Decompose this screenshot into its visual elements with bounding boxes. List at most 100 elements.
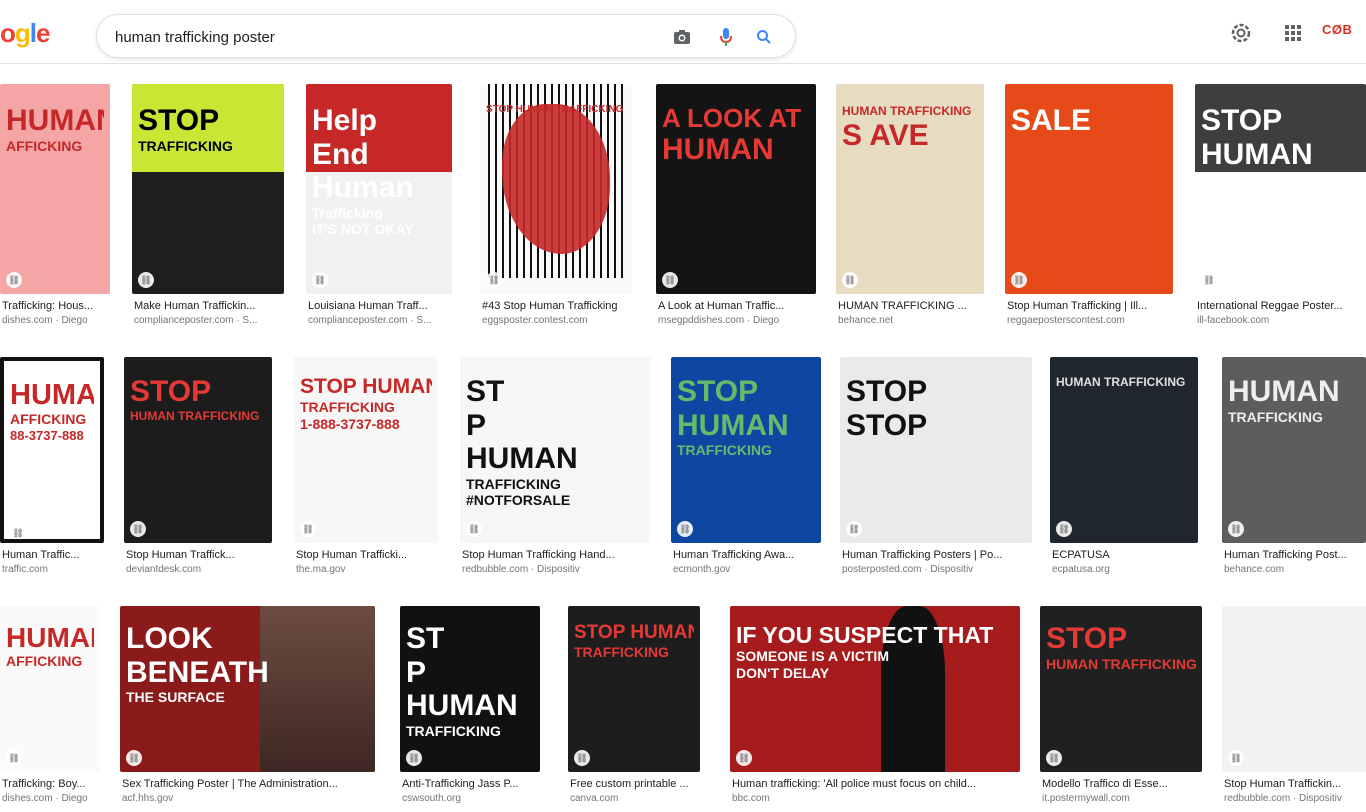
result-thumbnail[interactable]: STOP STOP ⛓ [840, 357, 1032, 543]
result-source[interactable]: cswsouth.org [402, 793, 542, 804]
image-result[interactable]: Help End Human Trafficking IT'S NOT OKAY ⛓ Lou… [306, 84, 452, 330]
result-source[interactable]: behance.com [1224, 564, 1366, 575]
image-result[interactable]: STOP HUMAN TRAFFICKING ⛓ Stop Human Traffic… [124, 357, 272, 579]
result-title[interactable]: A Look at Human Traffic... [658, 300, 818, 312]
result-thumbnail[interactable]: ST P HUMAN TRAFFICKING #NOTFORSALE ⛓ [460, 357, 650, 543]
result-title[interactable]: Free custom printable ... [570, 778, 702, 790]
result-source[interactable]: deviantdesk.com [126, 564, 274, 575]
result-thumbnail[interactable]: STOP HUMAN TRAFFICKING ⛓ [671, 357, 821, 543]
result-source[interactable]: redbubble.com · Dispositiv [1224, 793, 1366, 804]
result-thumbnail[interactable]: STOP HUMAN TRAFFICKING ⛓ [124, 357, 272, 543]
search-input[interactable] [115, 25, 655, 49]
result-thumbnail[interactable]: Help End Human Trafficking IT'S NOT OKAY ⛓ [306, 84, 452, 294]
result-thumbnail[interactable]: HUMANAFFICKING ⛓ [0, 606, 100, 772]
image-result[interactable]: ST P HUMAN TRAFFICKING #NOTFORSALE ⛓ Stop Huma… [460, 357, 650, 579]
result-source[interactable]: eggsposter.contest.com [482, 315, 634, 326]
image-result[interactable]: STOP HUMAN TRAFFICKING ⛓ Modello Traffico d… [1040, 606, 1202, 808]
result-thumbnail[interactable]: HUMANAFFICKING ⛓ [0, 84, 110, 294]
result-thumbnail[interactable]: STOP HUMAN TRAFFICKING ⛓ [568, 606, 700, 772]
mic-icon[interactable] [715, 26, 737, 48]
result-title[interactable]: Trafficking: Hous... [2, 300, 112, 312]
result-title[interactable]: Human Trafficking Posters | Po... [842, 549, 1034, 561]
result-thumbnail[interactable]: STOP HUMAN TRAFFICKING 1-888-3737-888 ⛓ [294, 357, 438, 543]
result-thumbnail[interactable]: IF YOU SUSPECT THAT SOMEONE IS A VICTIM DO… [730, 606, 1020, 772]
result-thumbnail[interactable]: HUMAN TRAFFICKING S AVE ⛓ [836, 84, 984, 294]
result-title[interactable]: #43 Stop Human Trafficking [482, 300, 634, 312]
result-source[interactable]: behance.net [838, 315, 986, 326]
image-result[interactable]: STOP TRAFFICKING ⛓ Make Human Traffickin...… [132, 84, 284, 330]
result-title[interactable]: Make Human Traffickin... [134, 300, 286, 312]
account-avatar[interactable]: CØB [1322, 22, 1352, 37]
image-result[interactable]: IF YOU SUSPECT THAT SOMEONE IS A VICTIM DO… [730, 606, 1020, 808]
image-result[interactable]: ST P HUMAN TRAFFICKING ⛓ Anti-Trafficking Jas… [400, 606, 540, 808]
result-thumbnail[interactable]: HUMANAFFICKING88-3737-888 ⛓ [0, 357, 104, 543]
image-result[interactable]: STOP STOP ⛓ Human Trafficking Posters | Po.… [840, 357, 1032, 579]
apps-icon[interactable] [1280, 20, 1306, 46]
result-source[interactable]: redbubble.com · Dispositiv [462, 564, 652, 575]
result-title[interactable]: Trafficking: Boy... [2, 778, 102, 790]
settings-icon[interactable] [1228, 20, 1254, 46]
result-source[interactable]: dishes.com · Diego [2, 315, 112, 326]
google-logo[interactable]: ogle [0, 18, 51, 49]
result-title[interactable]: HUMAN TRAFFICKING ... [838, 300, 986, 312]
result-source[interactable]: msegpddishes.com · Diego [658, 315, 818, 326]
result-thumbnail[interactable]: SALE ⛓ [1005, 84, 1173, 294]
image-result[interactable]: HUMAN TRAFFICKING ⛓ Human Trafficking Post.… [1222, 357, 1366, 579]
result-thumbnail[interactable]: ⛓ [1222, 606, 1366, 772]
result-thumbnail[interactable]: A LOOK AT HUMAN ⛓ [656, 84, 816, 294]
search-icon[interactable] [753, 26, 775, 48]
result-source[interactable]: dishes.com · Diego [2, 793, 102, 804]
result-thumbnail[interactable]: STOP HUMAN TRAFFICKING ⛓ [1040, 606, 1202, 772]
image-result[interactable]: HUMANAFFICKING88-3737-888 ⛓ Human Traffic.… [0, 357, 104, 579]
image-result[interactable]: STOP HUMAN TRAFFICKING ⛓ Human Trafficking A… [671, 357, 821, 579]
result-source[interactable]: complianceposter.com · S... [134, 315, 286, 326]
image-result[interactable]: A LOOK AT HUMAN ⛓ A Look at Human Traffic..… [656, 84, 816, 330]
result-source[interactable]: acf.hhs.gov [122, 793, 377, 804]
image-result[interactable]: STOP HUMAN TRAFFICKING 22 ⛓ International Reg… [1195, 84, 1366, 330]
image-result[interactable]: STOP HUMAN TRAFFICKING ⛓ #43 Stop Human Tr… [480, 84, 632, 330]
image-result[interactable]: SALE ⛓ Stop Human Trafficking | Ill... regg… [1005, 84, 1173, 330]
result-thumbnail[interactable]: LOOK BENEATH THE SURFACE ⛓ [120, 606, 375, 772]
result-thumbnail[interactable]: STOP HUMAN TRAFFICKING ⛓ [480, 84, 632, 294]
result-source[interactable]: traffic.com [2, 564, 106, 575]
result-source[interactable]: the.ma.gov [296, 564, 440, 575]
image-result[interactable]: LOOK BENEATH THE SURFACE ⛓ Sex Trafficking P… [120, 606, 375, 808]
result-title[interactable]: Modello Traffico di Esse... [1042, 778, 1204, 790]
result-title[interactable]: Anti-Trafficking Jass P... [402, 778, 542, 790]
result-thumbnail[interactable]: STOP TRAFFICKING ⛓ [132, 84, 284, 294]
result-source[interactable]: bbc.com [732, 793, 1022, 804]
result-title[interactable]: International Reggae Poster... [1197, 300, 1366, 312]
image-result[interactable]: HUMANAFFICKING ⛓ Trafficking: Boy... dishes… [0, 606, 100, 808]
result-source[interactable]: it.postermywall.com [1042, 793, 1204, 804]
result-title[interactable]: Human Trafficking Post... [1224, 549, 1366, 561]
result-source[interactable]: canva.com [570, 793, 702, 804]
result-source[interactable]: ecmonth.gov [673, 564, 823, 575]
image-result[interactable]: HUMAN TRAFFICKING S AVE ⛓ HUMAN TRAFFICKING… [836, 84, 984, 330]
result-title[interactable]: Human Trafficking Awa... [673, 549, 823, 561]
result-title[interactable]: Stop Human Trafficki... [296, 549, 440, 561]
result-source[interactable]: ill-facebook.com [1197, 315, 1366, 326]
image-result[interactable]: HUMANAFFICKING ⛓ Trafficking: Hous... dishe… [0, 84, 110, 330]
result-thumbnail[interactable]: ST P HUMAN TRAFFICKING ⛓ [400, 606, 540, 772]
result-title[interactable]: Stop Human Trafficking | Ill... [1007, 300, 1175, 312]
result-thumbnail[interactable]: HUMAN TRAFFICKING ⛓ [1222, 357, 1366, 543]
result-title[interactable]: Louisiana Human Traff... [308, 300, 454, 312]
result-source[interactable]: complianceposter.com · S... [308, 315, 454, 326]
result-title[interactable]: Human Traffic... [2, 549, 106, 561]
image-result[interactable]: ⛓ Stop Human Traffickin... redbubble.com ·… [1222, 606, 1366, 808]
image-result[interactable]: STOP HUMAN TRAFFICKING ⛓ Free custom printa… [568, 606, 700, 808]
image-result[interactable]: STOP HUMAN TRAFFICKING 1-888-3737-888 ⛓ Stop… [294, 357, 438, 579]
result-source[interactable]: reggaeposterscontest.com [1007, 315, 1175, 326]
result-title[interactable]: Human trafficking: 'All police must focu… [732, 778, 1022, 790]
result-thumbnail[interactable]: STOP HUMAN TRAFFICKING 22 ⛓ [1195, 84, 1366, 294]
image-result[interactable]: HUMAN TRAFFICKING ⛓ ECPATUSA ecpatusa.org [1050, 357, 1198, 579]
result-title[interactable]: Stop Human Trafficking Hand... [462, 549, 652, 561]
result-thumbnail[interactable]: HUMAN TRAFFICKING ⛓ [1050, 357, 1198, 543]
camera-icon[interactable] [671, 26, 693, 48]
result-title[interactable]: Stop Human Traffick... [126, 549, 274, 561]
result-source[interactable]: posterposted.com · Dispositiv [842, 564, 1034, 575]
search-box[interactable] [96, 14, 796, 58]
result-title[interactable]: ECPATUSA [1052, 549, 1200, 561]
result-title[interactable]: Stop Human Traffickin... [1224, 778, 1366, 790]
result-title[interactable]: Sex Trafficking Poster | The Administrat… [122, 778, 377, 790]
